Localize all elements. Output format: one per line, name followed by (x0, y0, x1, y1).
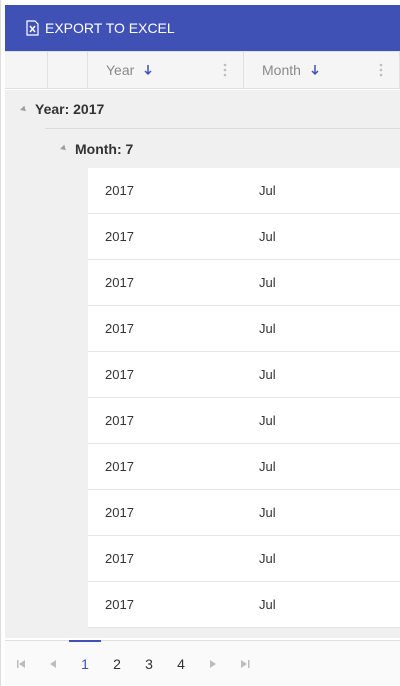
cell-year: 2017 (105, 597, 134, 612)
export-to-excel-button[interactable]: EXPORT TO EXCEL (26, 20, 175, 36)
cell-month: Jul (259, 321, 276, 336)
column-header-year[interactable]: Year (88, 52, 244, 88)
column-menu-icon[interactable] (223, 63, 227, 77)
table-row[interactable]: 2017 Jul (88, 444, 400, 490)
page-button-2[interactable]: 2 (101, 641, 133, 686)
next-page-icon (210, 659, 216, 668)
last-page-icon (240, 659, 249, 668)
next-page-button[interactable] (197, 641, 229, 686)
pager: 1 2 3 4 (5, 639, 400, 686)
first-page-button[interactable] (5, 641, 37, 686)
prev-page-icon (50, 659, 56, 668)
first-page-icon (16, 659, 25, 668)
table-row[interactable]: 2017 Jul (88, 536, 400, 582)
page-button-3[interactable]: 3 (133, 641, 165, 686)
table-row[interactable]: 2017 Jul (88, 352, 400, 398)
export-to-excel-label: EXPORT TO EXCEL (45, 20, 175, 36)
table-row[interactable]: 2017 Jul (88, 260, 400, 306)
group-year-label: Year: 2017 (35, 101, 105, 117)
page-button-1[interactable]: 1 (69, 639, 101, 686)
table-row[interactable]: 2017 Jul (88, 398, 400, 444)
cell-year: 2017 (105, 367, 134, 382)
group-row-year[interactable]: Year: 2017 (5, 90, 400, 128)
cell-month: Jul (259, 413, 276, 428)
group-row-month[interactable]: Month: 7 (45, 128, 400, 168)
table-row[interactable]: 2017 Jul (88, 582, 400, 628)
cell-year: 2017 (105, 413, 134, 428)
group-month-label: Month: 7 (75, 140, 134, 157)
cell-month: Jul (259, 505, 276, 520)
sort-descending-icon[interactable] (311, 64, 319, 76)
grid-frame: EXPORT TO EXCEL Year Month Year: 2017 Mo… (0, 0, 400, 686)
table-row[interactable]: 2017 Jul (88, 214, 400, 260)
collapse-triangle-icon[interactable] (20, 105, 28, 113)
column-header-year-label: Year (106, 62, 135, 78)
cell-month: Jul (259, 551, 276, 566)
group-indent-header (5, 52, 48, 88)
cell-month: Jul (259, 275, 276, 290)
grid-header: Year Month (5, 51, 400, 89)
cell-month: Jul (259, 367, 276, 382)
excel-file-icon (26, 20, 39, 36)
cell-year: 2017 (105, 321, 134, 336)
collapse-triangle-icon[interactable] (60, 144, 68, 153)
cell-year: 2017 (105, 459, 134, 474)
table-row[interactable]: 2017 Jul (88, 168, 400, 214)
column-header-month[interactable]: Month (244, 52, 400, 88)
column-header-month-label: Month (262, 62, 301, 78)
cell-year: 2017 (105, 275, 134, 290)
last-page-button[interactable] (229, 641, 261, 686)
cell-year: 2017 (105, 183, 134, 198)
grid-toolbar: EXPORT TO EXCEL (5, 5, 400, 51)
cell-month: Jul (259, 183, 276, 198)
cell-month: Jul (259, 229, 276, 244)
cell-year: 2017 (105, 551, 134, 566)
data-rows: 2017 Jul 2017 Jul 2017 Jul 2017 Jul 2017 Jul … (88, 168, 400, 628)
table-row[interactable]: 2017 Jul (88, 490, 400, 536)
cell-month: Jul (259, 597, 276, 612)
cell-year: 2017 (105, 229, 134, 244)
group-indent-header-2 (48, 52, 88, 88)
grid-body: Year: 2017 Month: 7 2017 Jul 2017 Jul 2017… (5, 90, 400, 638)
cell-month: Jul (259, 459, 276, 474)
cell-year: 2017 (105, 505, 134, 520)
prev-page-button[interactable] (37, 641, 69, 686)
table-row[interactable]: 2017 Jul (88, 306, 400, 352)
column-menu-icon[interactable] (379, 63, 383, 77)
page-button-4[interactable]: 4 (165, 641, 197, 686)
sort-descending-icon[interactable] (144, 64, 152, 76)
